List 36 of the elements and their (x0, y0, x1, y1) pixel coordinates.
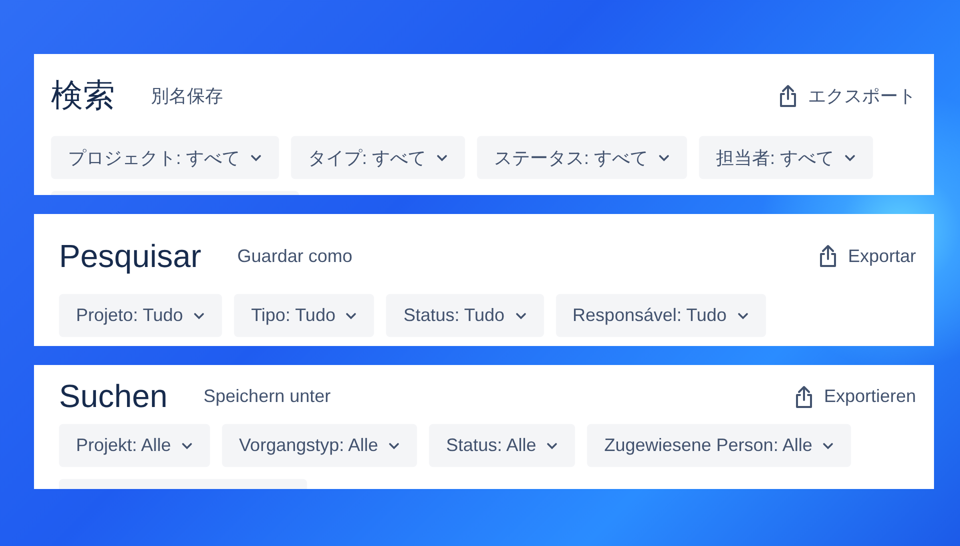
save-as-link[interactable]: 別名保存 (151, 84, 778, 108)
export-icon (778, 84, 798, 108)
caret-icon (844, 154, 856, 162)
caret-icon (822, 442, 834, 450)
caret-icon (514, 312, 527, 320)
export-button[interactable]: エクスポート (778, 84, 916, 108)
filter-dropdown[interactable]: Vorgangstyp: Alle (222, 424, 418, 467)
export-icon (818, 244, 838, 268)
caret-icon (736, 312, 749, 320)
export-button[interactable]: Exportieren (794, 384, 916, 408)
save-as-link[interactable]: Speichern unter (204, 386, 794, 407)
page-title: Pesquisar (59, 238, 202, 274)
filter-dropdown[interactable]: ステータス: すべて (477, 136, 688, 179)
page-title: Suchen (59, 378, 168, 415)
filter-dropdown[interactable]: Status: Alle (429, 424, 576, 467)
filter-dropdown[interactable]: Projeto: Tudo (59, 294, 222, 337)
filter-dropdown[interactable]: Zugewiesene Person: Alle (587, 424, 852, 467)
caret-icon (546, 442, 558, 450)
caret-icon (193, 312, 206, 320)
caret-icon (250, 154, 262, 162)
caret-icon (388, 442, 400, 450)
export-button[interactable]: Exportar (818, 244, 916, 268)
page-title: 検索 (51, 76, 115, 115)
filter-dropdown[interactable]: Projekt: Alle (59, 424, 210, 467)
filter-dropdown[interactable]: 担当者: すべて (699, 136, 874, 179)
filter-dropdown[interactable]: プロジェクト: すべて (51, 136, 280, 179)
caret-icon (345, 312, 358, 320)
caret-icon (181, 442, 194, 450)
caret-icon (436, 154, 448, 162)
filter-dropdown[interactable]: Tipo: Tudo (234, 294, 374, 337)
filter-dropdown[interactable]: Responsável: Tudo (556, 294, 766, 337)
caret-icon (658, 154, 670, 162)
save-as-link[interactable]: Guardar como (237, 246, 818, 266)
filter-dropdown[interactable]: タイプ: すべて (291, 136, 466, 179)
filter-dropdown[interactable]: Status: Tudo (386, 294, 544, 337)
export-icon (794, 384, 814, 408)
